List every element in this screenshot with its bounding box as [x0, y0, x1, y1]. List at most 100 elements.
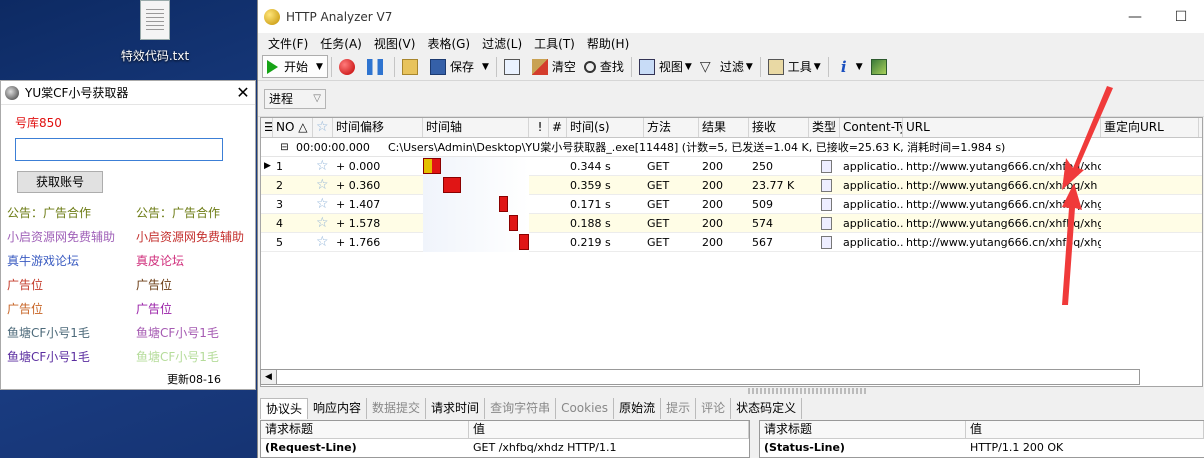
find-button[interactable]: 查找: [580, 55, 628, 79]
col-method[interactable]: 方法: [644, 118, 699, 137]
row-url: http://www.yutang666.cn/xhfbq/xhgg: [906, 197, 1101, 211]
scroll-left-icon[interactable]: ◀: [261, 370, 277, 384]
row-timeline: [423, 232, 529, 252]
menu-view[interactable]: 视图(V): [368, 35, 422, 52]
star-icon: ☆: [316, 119, 329, 135]
ad-link[interactable]: 公告：广告合作: [7, 204, 91, 221]
panel-splitter[interactable]: [748, 388, 868, 394]
ad-link[interactable]: 广告位: [7, 276, 43, 293]
col-result[interactable]: 结果: [699, 118, 749, 137]
ad-link[interactable]: 公告：广告合作: [136, 204, 220, 221]
book-button[interactable]: [867, 55, 895, 79]
row-no: 1: [276, 159, 283, 173]
chevron-down-icon[interactable]: ▼: [685, 62, 692, 72]
table-row[interactable]: 4 ☆ + 1.578 0.188 s GET 200 574 applicatio... ht…: [261, 213, 1202, 233]
pause-button[interactable]: [363, 55, 391, 79]
start-button[interactable]: 开始 ▼: [262, 55, 328, 78]
col-content-type[interactable]: Content-Typ: [840, 118, 903, 137]
table-row[interactable]: 3 ☆ + 1.407 0.171 s GET 200 509 applicatio... ht…: [261, 194, 1202, 214]
col-no[interactable]: NO △: [273, 118, 313, 137]
menu-filter[interactable]: 过滤(L): [476, 35, 528, 52]
tab-timing[interactable]: 请求时间: [426, 398, 486, 419]
table-row[interactable]: ▶ 1 ☆ + 0.000 0.344 s GET 200 250 applicatio... h…: [261, 156, 1202, 176]
table-row[interactable]: 2 ☆ + 0.360 0.359 s GET 200 23.77 K applicatio.…: [261, 175, 1202, 195]
chevron-down-icon[interactable]: ▼: [814, 62, 821, 72]
session-row[interactable]: ⊟ 00:00:00.000 C:\Users\Admin\Desktop\YU…: [261, 138, 1202, 157]
close-icon[interactable]: ✕: [231, 83, 255, 102]
filter-button[interactable]: ▽ 过滤 ▼: [696, 55, 757, 79]
document-icon: [820, 216, 832, 230]
ad-link[interactable]: 真皮论坛: [136, 252, 184, 269]
col-url[interactable]: URL: [903, 118, 1101, 137]
minimize-icon[interactable]: —: [1112, 9, 1158, 25]
menu-task[interactable]: 任务(A): [314, 35, 368, 52]
account-input[interactable]: [15, 138, 223, 161]
ad-link[interactable]: 鱼塘CF小号1毛: [7, 348, 90, 365]
response-header-col[interactable]: 请求标题: [760, 421, 966, 438]
ad-link[interactable]: 鱼塘CF小号1毛: [136, 348, 219, 365]
menu-help[interactable]: 帮助(H): [581, 35, 635, 52]
chevron-down-icon[interactable]: ▼: [856, 62, 863, 72]
star-icon: ☆: [316, 177, 329, 193]
ad-link[interactable]: 真牛游戏论坛: [7, 252, 79, 269]
tab-post-data[interactable]: 数据提交: [367, 398, 427, 419]
info-button[interactable]: i ▼: [832, 55, 867, 79]
chevron-down-icon[interactable]: ▼: [746, 62, 753, 72]
col-received[interactable]: 接收: [749, 118, 809, 137]
chevron-down-icon[interactable]: ▼: [316, 62, 323, 72]
row-result: 200: [702, 235, 723, 249]
get-account-button[interactable]: 获取账号: [17, 171, 103, 193]
chevron-down-icon[interactable]: ▼: [482, 62, 489, 72]
tab-comments[interactable]: 评论: [696, 398, 732, 419]
filter-bar: 进程 ▽: [258, 81, 1204, 117]
process-filter-select[interactable]: 进程 ▽: [264, 88, 326, 109]
tab-raw-stream[interactable]: 原始流: [614, 398, 662, 419]
ad-link[interactable]: 广告位: [136, 300, 172, 317]
tab-headers[interactable]: 协议头: [260, 398, 309, 419]
col-type[interactable]: 类型: [809, 118, 840, 137]
tab-status-codes[interactable]: 状态码定义: [731, 398, 803, 419]
row-content-type: applicatio...: [843, 216, 903, 230]
response-value-col[interactable]: 值: [966, 421, 1204, 438]
menu-grid[interactable]: 表格(G): [421, 35, 476, 52]
refresh-button[interactable]: [500, 55, 528, 79]
tab-query-string[interactable]: 查询字符串: [485, 398, 557, 419]
account-count-label: 号库850: [15, 116, 62, 130]
row-type: [809, 235, 840, 249]
horizontal-scrollbar[interactable]: ◀: [260, 369, 1140, 385]
col-flag[interactable]: !: [529, 118, 549, 137]
col-star[interactable]: ☆: [313, 118, 333, 137]
col-timeline[interactable]: 时间轴: [423, 118, 529, 137]
ad-link[interactable]: 广告位: [7, 300, 43, 317]
maximize-icon[interactable]: ☐: [1158, 9, 1204, 25]
col-hash[interactable]: #: [549, 118, 567, 137]
ad-link[interactable]: 鱼塘CF小号1毛: [7, 324, 90, 341]
row-timeline: [423, 194, 529, 214]
request-header-col[interactable]: 请求标题: [261, 421, 469, 438]
tools-button[interactable]: 工具 ▼: [764, 55, 825, 79]
col-offset[interactable]: 时间偏移: [333, 118, 423, 137]
collapse-icon[interactable]: ⊟: [273, 142, 293, 153]
clear-button[interactable]: 清空: [528, 55, 580, 79]
grid-menu-icon[interactable]: ☰: [261, 118, 273, 137]
stop-button[interactable]: [335, 55, 363, 79]
request-value-col[interactable]: 值: [469, 421, 749, 438]
ad-link[interactable]: 小启资源网免费辅助: [136, 228, 244, 245]
ad-link[interactable]: 小启资源网免费辅助: [7, 228, 115, 245]
menu-file[interactable]: 文件(F): [262, 35, 314, 52]
ad-link[interactable]: 鱼塘CF小号1毛: [136, 324, 219, 341]
table-row[interactable]: 5 ☆ + 1.766 0.219 s GET 200 567 applicatio... ht…: [261, 232, 1202, 252]
menu-bar: 文件(F) 任务(A) 视图(V) 表格(G) 过滤(L) 工具(T) 帮助(H…: [258, 33, 1204, 53]
menu-tools[interactable]: 工具(T): [528, 35, 581, 52]
save-button[interactable]: 保存 ▼: [426, 55, 493, 79]
tab-cookies[interactable]: Cookies: [556, 398, 615, 419]
tab-hints[interactable]: 提示: [661, 398, 697, 419]
tab-response[interactable]: 响应内容: [308, 398, 368, 419]
view-button[interactable]: 视图 ▼: [635, 55, 696, 79]
row-no: 5: [276, 235, 283, 249]
col-time[interactable]: 时间(s): [567, 118, 644, 137]
desktop-file-icon[interactable]: 特效代码.txt: [110, 0, 200, 70]
col-redirect-url[interactable]: 重定向URL: [1101, 118, 1199, 137]
open-button[interactable]: [398, 55, 426, 79]
ad-link[interactable]: 广告位: [136, 276, 172, 293]
